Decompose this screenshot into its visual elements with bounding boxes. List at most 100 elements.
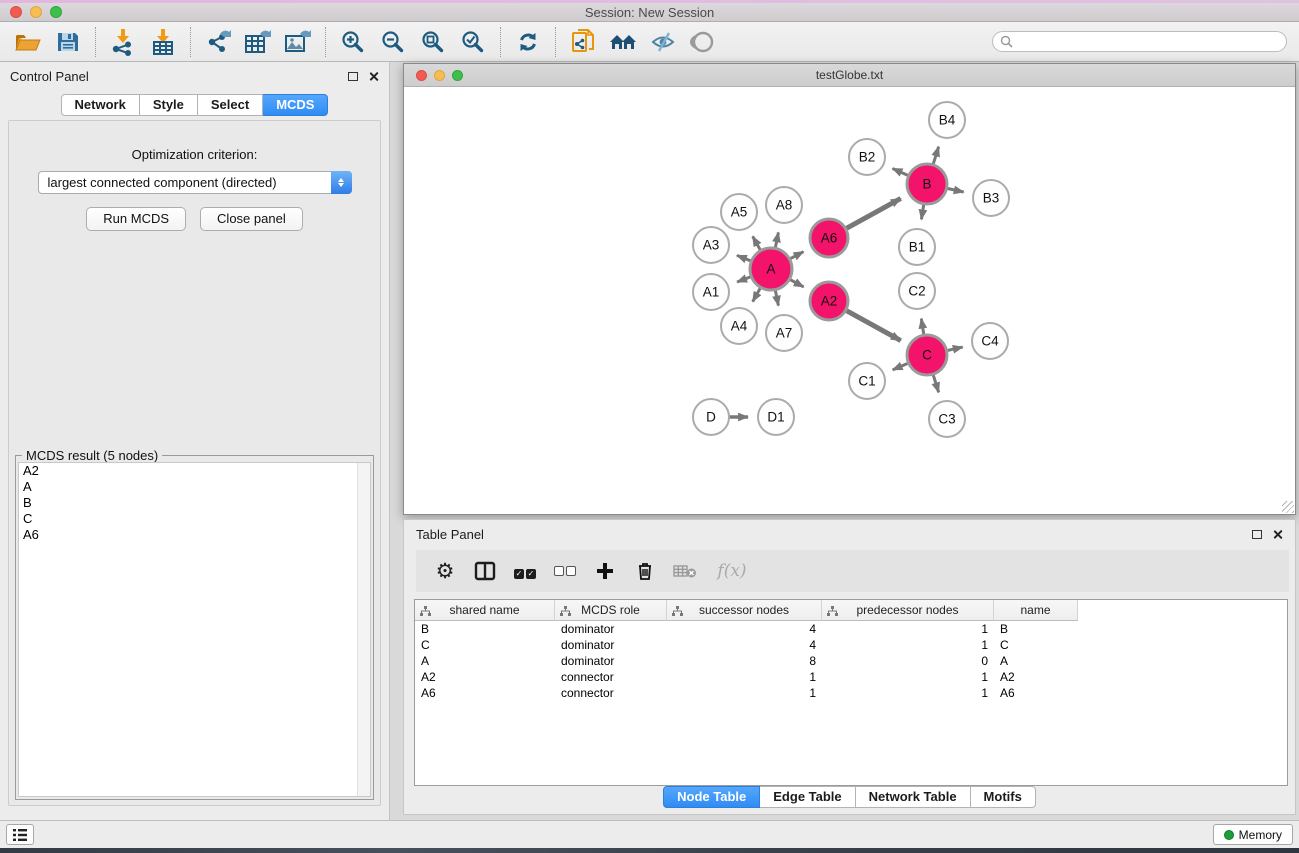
table-cell[interactable]: B (415, 621, 555, 637)
run-mcds-button[interactable]: Run MCDS (86, 207, 186, 231)
task-history-button[interactable] (6, 824, 34, 845)
close-network-window-button[interactable] (416, 70, 427, 81)
graph-node-A6[interactable]: A6 (810, 219, 848, 257)
graph-node-A2[interactable]: A2 (810, 282, 848, 320)
table-cell[interactable]: B (994, 621, 1078, 637)
graph-node-A1[interactable]: A1 (693, 274, 729, 310)
tab-network-table[interactable]: Network Table (856, 786, 971, 808)
column-visibility-icon[interactable] (472, 558, 498, 584)
table-cell[interactable]: 4 (667, 637, 822, 653)
table-row[interactable]: Bdominator41B (415, 621, 1287, 637)
table-row[interactable]: A6connector11A6 (415, 685, 1287, 701)
graph-node-B1[interactable]: B1 (899, 229, 935, 265)
table-cell[interactable]: A6 (994, 685, 1078, 701)
tab-style[interactable]: Style (140, 94, 198, 116)
select-all-rows-icon[interactable]: ✓✓ (512, 558, 538, 584)
table-cell[interactable]: A2 (415, 669, 555, 685)
graph-edge-C-C3[interactable] (933, 374, 939, 392)
table-cell[interactable]: C (994, 637, 1078, 653)
graph-edge-C-C1[interactable] (893, 363, 909, 370)
deselect-all-rows-icon[interactable] (552, 558, 578, 584)
search-input[interactable] (992, 31, 1287, 52)
open-session-button[interactable] (8, 25, 48, 59)
add-column-icon[interactable] (592, 558, 618, 584)
graph-node-C2[interactable]: C2 (899, 273, 935, 309)
window-resize-grip[interactable] (1282, 501, 1294, 513)
table-cell[interactable]: 8 (667, 653, 822, 669)
table-cell[interactable]: 1 (822, 621, 994, 637)
column-header[interactable]: successor nodes (667, 600, 822, 621)
close-window-button[interactable] (10, 6, 22, 18)
float-table-panel-icon[interactable] (1252, 530, 1262, 539)
graph-node-B4[interactable]: B4 (929, 102, 965, 138)
graph-edge-A-A6[interactable] (790, 252, 804, 259)
graph-node-A[interactable]: A (750, 248, 792, 290)
tab-motifs[interactable]: Motifs (971, 786, 1036, 808)
graph-node-C4[interactable]: C4 (972, 323, 1008, 359)
network-window-titlebar[interactable]: testGlobe.txt (404, 64, 1295, 87)
tab-select[interactable]: Select (198, 94, 263, 116)
column-header[interactable]: shared name (415, 600, 555, 621)
graph-edge-B-B2[interactable] (893, 168, 909, 175)
graph-node-A7[interactable]: A7 (766, 315, 802, 351)
delete-column-icon[interactable] (632, 558, 658, 584)
table-cell[interactable]: 1 (667, 669, 822, 685)
table-cell[interactable]: 0 (822, 653, 994, 669)
graph-node-C1[interactable]: C1 (849, 363, 885, 399)
graph-node-C[interactable]: C (907, 335, 947, 375)
graph-node-A3[interactable]: A3 (693, 227, 729, 263)
result-scrollbar[interactable] (357, 463, 370, 796)
save-session-button[interactable] (48, 25, 88, 59)
graph-edge-B-B4[interactable] (933, 147, 939, 165)
graph-node-A5[interactable]: A5 (721, 194, 757, 230)
graph-edge-A-A1[interactable] (737, 277, 751, 282)
export-table-button[interactable] (238, 25, 278, 59)
graph-edge-A-A7[interactable] (775, 290, 778, 306)
table-cell[interactable]: connector (555, 669, 667, 685)
table-cell[interactable]: dominator (555, 621, 667, 637)
mcds-result-list[interactable]: A2ABCA6 (18, 462, 371, 797)
show-details-button[interactable] (683, 25, 723, 59)
table-cell[interactable]: 1 (822, 669, 994, 685)
graph-edge-B-B1[interactable] (921, 204, 923, 220)
tab-network[interactable]: Network (61, 94, 140, 116)
network-graph[interactable]: B4B2BB3A8A5A6B1A3AC2A1A2A4A7C4CC1C3DD1 (404, 87, 1295, 514)
tab-node-table[interactable]: Node Table (663, 786, 760, 808)
table-cell[interactable]: A2 (994, 669, 1078, 685)
table-cell[interactable]: 1 (822, 685, 994, 701)
clone-network-button[interactable] (563, 25, 603, 59)
table-cell[interactable]: A6 (415, 685, 555, 701)
column-header[interactable]: MCDS role (555, 600, 667, 621)
tab-edge-table[interactable]: Edge Table (760, 786, 855, 808)
memory-button[interactable]: Memory (1213, 824, 1293, 845)
node-table[interactable]: shared nameMCDS rolesuccessor nodesprede… (414, 599, 1288, 786)
table-cell[interactable]: dominator (555, 653, 667, 669)
graph-node-B3[interactable]: B3 (973, 180, 1009, 216)
minimize-window-button[interactable] (30, 6, 42, 18)
table-cell[interactable]: 1 (667, 685, 822, 701)
criterion-select[interactable]: largest connected component (directed) (38, 171, 352, 194)
table-cell[interactable]: A (994, 653, 1078, 669)
column-header[interactable]: name (994, 600, 1078, 621)
graph-edge-A-A5[interactable] (753, 236, 761, 250)
graph-node-D[interactable]: D (693, 399, 729, 435)
import-network-button[interactable] (103, 25, 143, 59)
window-titlebar[interactable]: Session: New Session (0, 3, 1299, 22)
export-image-button[interactable] (278, 25, 318, 59)
zoom-window-button[interactable] (50, 6, 62, 18)
export-network-button[interactable] (198, 25, 238, 59)
result-list-item[interactable]: B (19, 495, 370, 511)
import-table-button[interactable] (143, 25, 183, 59)
delete-table-icon[interactable] (672, 558, 698, 584)
minimize-network-window-button[interactable] (434, 70, 445, 81)
home-button[interactable] (603, 25, 643, 59)
table-row[interactable]: Cdominator41C (415, 637, 1287, 653)
refresh-button[interactable] (508, 25, 548, 59)
float-panel-icon[interactable] (348, 72, 358, 81)
table-cell[interactable]: connector (555, 685, 667, 701)
graph-edge-A-A3[interactable] (737, 255, 752, 261)
close-panel-icon[interactable] (368, 71, 379, 82)
table-cell[interactable]: 4 (667, 621, 822, 637)
column-header[interactable]: predecessor nodes (822, 600, 994, 621)
graph-node-B2[interactable]: B2 (849, 139, 885, 175)
